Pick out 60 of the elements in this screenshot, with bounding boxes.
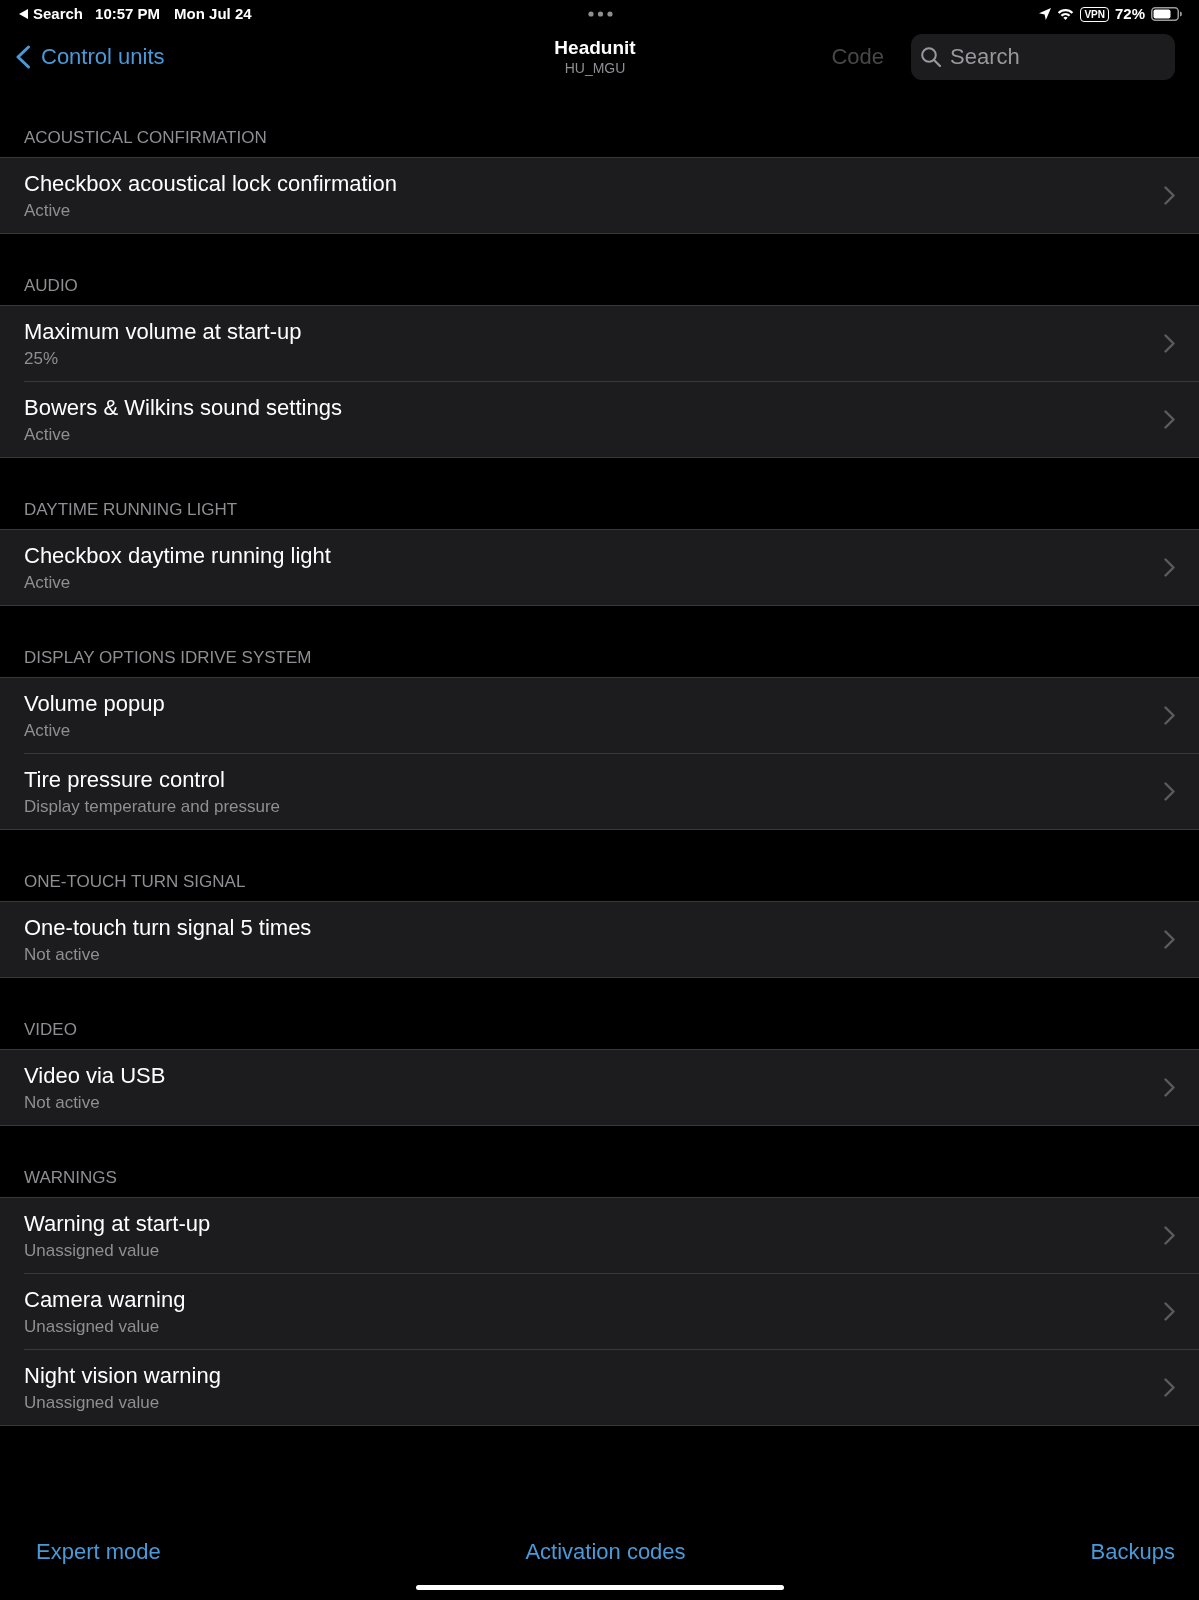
- setting-title: Tire pressure control: [24, 766, 225, 793]
- back-app-label[interactable]: Search: [33, 5, 84, 23]
- back-button[interactable]: Control units: [15, 44, 165, 70]
- setting-value: Unassigned value: [24, 1316, 160, 1337]
- chevron-right-icon: [1164, 558, 1175, 577]
- battery-icon: [1151, 7, 1182, 21]
- setting-title: Video via USB: [24, 1062, 166, 1089]
- page-subtitle: HU_MGU: [564, 60, 626, 77]
- location-arrow-icon: [1039, 8, 1052, 20]
- page-title: Headunit: [554, 37, 636, 59]
- chevron-right-icon: [1164, 930, 1175, 949]
- chevron-right-icon: [1164, 334, 1175, 353]
- section-header: ONE-TOUCH TURN SIGNAL: [24, 872, 246, 892]
- chevron-right-icon: [1164, 706, 1175, 725]
- setting-value: Display temperature and pressure: [24, 796, 281, 817]
- setting-value: Unassigned value: [24, 1240, 160, 1261]
- setting-title: One-touch turn signal 5 times: [24, 914, 312, 941]
- setting-title: Checkbox daytime running light: [24, 542, 331, 569]
- setting-value: Unassigned value: [24, 1392, 160, 1413]
- section-header: DAYTIME RUNNING LIGHT: [24, 500, 238, 520]
- chevron-right-icon: [1164, 1226, 1175, 1245]
- toolbar-link[interactable]: Backups: [1090, 1539, 1175, 1565]
- section-header: DISPLAY OPTIONS IDRIVE SYSTEM: [24, 648, 312, 668]
- section-header: AUDIO: [24, 276, 78, 296]
- setting-value: Active: [24, 200, 71, 221]
- vpn-indicator: VPN: [1080, 6, 1109, 22]
- setting-title: Bowers & Wilkins sound settings: [24, 394, 342, 421]
- setting-title: Volume popup: [24, 690, 165, 717]
- setting-title: Night vision warning: [24, 1362, 221, 1389]
- chevron-right-icon: [1164, 410, 1175, 429]
- battery-percent: 72%: [1114, 5, 1145, 23]
- setting-value: Active: [24, 424, 71, 445]
- chevron-right-icon: [1164, 186, 1175, 205]
- setting-value: Not active: [24, 1092, 100, 1113]
- status-time: 10:57 PM: [95, 5, 161, 23]
- section-header: WARNINGS: [24, 1168, 117, 1188]
- section-header: ACOUSTICAL CONFIRMATION: [24, 128, 267, 148]
- search-field[interactable]: Search: [911, 34, 1175, 80]
- search-icon: [921, 47, 941, 67]
- setting-title: Camera warning: [24, 1286, 186, 1313]
- setting-value: Active: [24, 572, 71, 593]
- setting-value: 25%: [24, 348, 59, 369]
- setting-value: Not active: [24, 944, 100, 965]
- chevron-right-icon: [1164, 1078, 1175, 1097]
- back-triangle-icon[interactable]: [19, 9, 28, 19]
- section-header: VIDEO: [24, 1020, 77, 1040]
- toolbar-link[interactable]: Expert mode: [36, 1539, 161, 1565]
- setting-value: Active: [24, 720, 71, 741]
- setting-title: Warning at start-up: [24, 1210, 211, 1237]
- setting-title: Checkbox acoustical lock confirmation: [24, 170, 397, 197]
- toolbar-link[interactable]: Activation codes: [525, 1539, 686, 1565]
- back-label[interactable]: Control units: [41, 44, 165, 70]
- wifi-icon: [1057, 8, 1075, 20]
- status-date: Mon Jul 24: [174, 5, 252, 23]
- multitasking-dots-icon[interactable]: [588, 11, 613, 17]
- chevron-right-icon: [1164, 782, 1175, 801]
- back-chevron-icon[interactable]: [15, 45, 31, 69]
- chevron-right-icon: [1164, 1378, 1175, 1397]
- setting-title: Maximum volume at start-up: [24, 318, 302, 345]
- chevron-right-icon: [1164, 1302, 1175, 1321]
